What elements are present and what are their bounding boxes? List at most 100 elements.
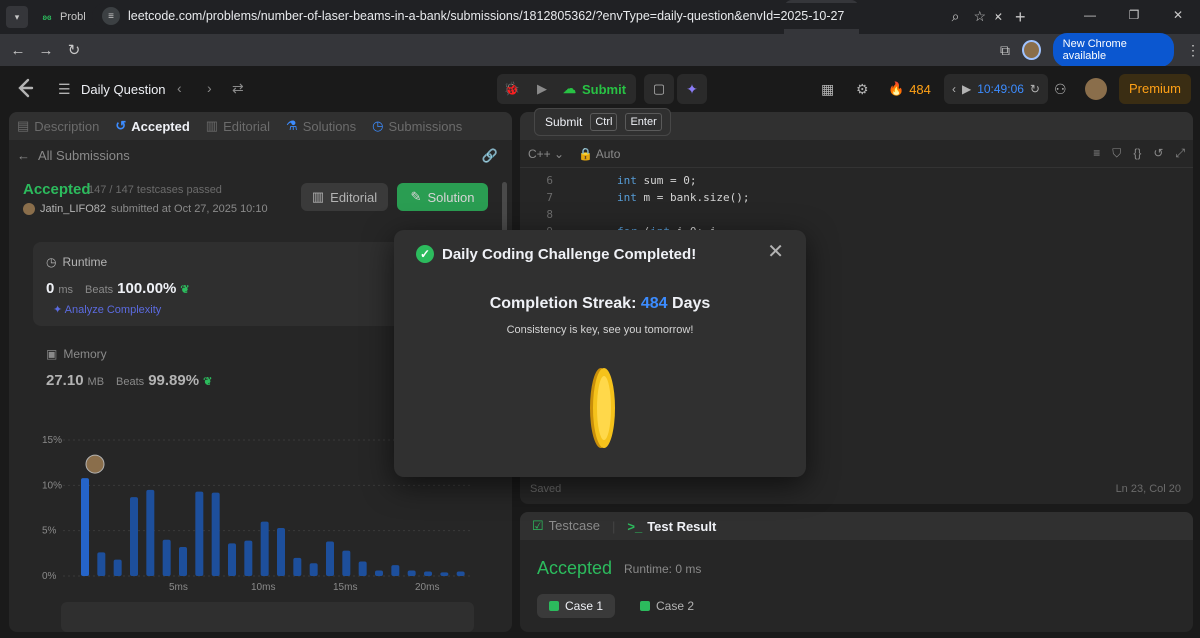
chart-bar[interactable] — [244, 540, 253, 576]
case-1-tab[interactable]: Case 1 — [537, 594, 616, 618]
tab-test-result-label: Test Result — [647, 518, 717, 534]
chart-bar[interactable] — [309, 563, 318, 576]
new-chrome-available-button[interactable]: New Chrome available — [1052, 33, 1174, 67]
chart-bar[interactable] — [113, 559, 122, 576]
add-friend-icon[interactable]: ⚇ — [1054, 81, 1067, 98]
submitter-name[interactable]: Jatin_LIFO82 — [40, 203, 106, 215]
ai-assist-icon[interactable]: ✦ — [677, 74, 707, 104]
fullscreen-icon[interactable]: ⤢ — [1175, 146, 1185, 161]
chart-bar[interactable] — [391, 565, 400, 576]
code-line: 7 int m = bank.size(); — [520, 191, 749, 208]
analyze-complexity-link[interactable]: ✦ Analyze Complexity — [53, 303, 161, 316]
chart-bar[interactable] — [97, 552, 106, 576]
chart-bar[interactable] — [407, 570, 416, 576]
editorial-button[interactable]: ▥ Editorial — [301, 183, 388, 211]
layout-icon[interactable]: ▦ — [821, 81, 834, 98]
close-window-icon[interactable]: ✕ — [1156, 0, 1200, 34]
chart-bar[interactable] — [293, 557, 302, 576]
bookmark-star-icon[interactable]: ☆ — [973, 8, 986, 25]
runtime-card[interactable]: ◷ Runtime 0 ms Beats 100.00% ❦ ✦ Analyze… — [33, 242, 413, 326]
saved-status: Saved — [530, 483, 562, 495]
reset-icon[interactable]: ↺ — [1153, 146, 1163, 161]
daily-question-link[interactable]: Daily Question — [81, 82, 166, 97]
code-text: int sum = 0; — [617, 174, 697, 187]
tab-test-result[interactable]: >_ Test Result — [627, 519, 716, 534]
editor-tools: ≡ ⛉ {} ↺ ⤢ — [1093, 146, 1185, 161]
user-avatar[interactable] — [1085, 78, 1107, 100]
next-problem-icon[interactable]: › — [207, 80, 212, 96]
tab-description[interactable]: ▤ Description — [17, 118, 99, 134]
settings-gear-icon[interactable]: ⚙ — [856, 81, 869, 98]
editorial-button-label: Editorial — [330, 189, 378, 205]
chart-bar[interactable] — [146, 489, 155, 576]
distribution-scrubber[interactable] — [61, 602, 474, 632]
all-submissions-link[interactable]: ← All Submissions — [17, 148, 130, 163]
leetcode-logo[interactable] — [16, 78, 38, 100]
prev-problem-icon[interactable]: ‹ — [177, 80, 182, 96]
leaf-icon: ❦ — [203, 376, 213, 388]
submit-button[interactable]: ☁ Submit — [557, 81, 636, 97]
notes-icon[interactable]: ▢ — [644, 74, 674, 104]
forward-icon[interactable]: → — [32, 42, 60, 59]
chart-bar[interactable] — [424, 571, 432, 576]
solution-button[interactable]: ✎ Solution — [397, 183, 488, 211]
minimize-icon[interactable]: — — [1068, 0, 1112, 34]
tab-testcase[interactable]: ☑ Testcase — [532, 518, 600, 534]
timer[interactable]: ‹ ▶ 10:49:06 ↻ — [944, 74, 1048, 104]
format-icon[interactable]: ≡ — [1093, 146, 1100, 161]
language-label: C++ — [528, 146, 551, 161]
fire-icon: 🔥 — [888, 81, 905, 96]
chart-bar[interactable] — [358, 561, 367, 576]
premium-button[interactable]: Premium — [1119, 74, 1191, 104]
tab-search-button[interactable]: ▾ — [6, 6, 28, 28]
tab-submissions[interactable]: ◷ Submissions — [372, 118, 462, 134]
problem-list-icon[interactable]: ☰ — [58, 81, 71, 98]
chart-bar[interactable] — [130, 497, 138, 576]
share-link-icon[interactable]: 🔗 — [482, 148, 498, 164]
zoom-icon[interactable]: ⌕ — [952, 8, 960, 25]
chart-bar[interactable] — [277, 527, 285, 576]
braces-icon[interactable]: {} — [1133, 146, 1141, 161]
chart-bar[interactable] — [375, 570, 383, 576]
chrome-menu-icon[interactable]: ⋮ — [1186, 42, 1200, 59]
restore-icon[interactable]: ❐ — [1112, 0, 1156, 34]
chart-bar[interactable] — [228, 543, 236, 576]
memory-title: ▣ Memory — [46, 347, 107, 361]
y-tick-label: 10% — [42, 480, 62, 491]
close-icon[interactable]: ✕ — [767, 242, 784, 262]
chart-bar[interactable] — [195, 491, 204, 576]
run-icon[interactable]: ▶ — [527, 81, 557, 97]
chart-bar[interactable] — [211, 492, 220, 576]
language-select[interactable]: C++ ⌄ — [528, 147, 564, 161]
new-tab-button[interactable]: + — [1015, 7, 1026, 28]
tab-accepted[interactable]: ↺ Accepted — [115, 118, 189, 134]
chart-bar[interactable] — [342, 550, 351, 576]
timer-play-icon[interactable]: ▶ — [962, 82, 971, 96]
memory-beats-pct: 99.89% — [148, 372, 200, 389]
case-2-tab[interactable]: Case 2 — [628, 594, 706, 618]
chart-bar[interactable] — [326, 541, 334, 576]
tab-editorial[interactable]: ▥ Editorial — [206, 118, 270, 134]
profile-avatar[interactable] — [1022, 40, 1041, 60]
timer-collapse-icon[interactable]: ‹ — [952, 82, 956, 96]
debug-icon[interactable]: 🐞 — [497, 81, 527, 97]
shuffle-icon[interactable]: ⇄ — [232, 80, 244, 97]
site-info-icon[interactable]: ≡ — [102, 7, 120, 25]
streak-counter[interactable]: 🔥 484 — [888, 81, 931, 97]
chart-bar[interactable] — [440, 572, 449, 576]
runtime-number: 0 — [46, 280, 55, 297]
back-icon[interactable]: ← — [4, 42, 32, 59]
tab-solutions[interactable]: ⚗ Solutions — [286, 118, 356, 134]
bookmark-icon[interactable]: ⛉ — [1112, 146, 1121, 161]
chart-bar[interactable] — [260, 521, 269, 576]
chart-bar[interactable] — [456, 571, 465, 576]
memory-beats-label: Beats — [116, 376, 145, 388]
auto-mode[interactable]: 🔒 Auto — [578, 147, 620, 161]
chart-bar[interactable] — [162, 539, 171, 576]
timer-reset-icon[interactable]: ↻ — [1030, 82, 1040, 96]
omnibox[interactable]: ≡ leetcode.com/problems/number-of-laser-… — [92, 3, 996, 29]
reload-icon[interactable]: ↻ — [60, 41, 88, 59]
extensions-icon[interactable]: ⧉ — [1000, 42, 1010, 59]
chart-bar[interactable] — [81, 478, 89, 576]
chart-bar[interactable] — [179, 546, 187, 576]
